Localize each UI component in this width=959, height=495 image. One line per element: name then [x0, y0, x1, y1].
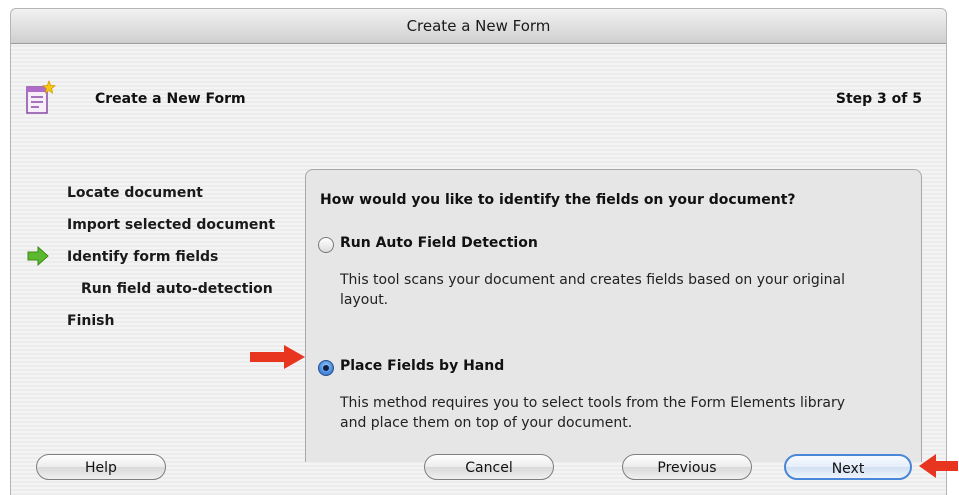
step-locate-document: Locate document: [67, 185, 203, 201]
place-by-hand-label[interactable]: Place Fields by Hand: [340, 358, 504, 374]
cancel-button[interactable]: Cancel: [424, 454, 554, 480]
step-finish: Finish: [67, 313, 115, 329]
auto-detect-label[interactable]: Run Auto Field Detection: [340, 235, 538, 251]
help-button[interactable]: Help: [36, 454, 166, 480]
step-run-auto-detection: Run field auto-detection: [81, 281, 273, 297]
auto-detect-radio[interactable]: [318, 237, 334, 253]
next-annotation-arrow-icon: [918, 453, 958, 483]
header-title: Create a New Form: [95, 91, 246, 107]
step-import-document: Import selected document: [67, 217, 276, 233]
place-by-hand-radio[interactable]: [318, 360, 334, 376]
dialog-window: Create a New Form Create a New Form Step…: [10, 8, 947, 495]
auto-detect-description: This tool scans your document and create…: [340, 272, 846, 308]
step-indicator: Step 3 of 5: [835, 91, 922, 107]
form-document-icon: [25, 79, 57, 117]
place-by-hand-description: This method requires you to select tools…: [340, 395, 845, 431]
button-bar: Help Cancel Previous Next: [0, 442, 959, 494]
annotation-arrow-icon: [250, 344, 306, 374]
panel-question: How would you like to identify the field…: [320, 192, 796, 208]
next-button[interactable]: Next: [784, 454, 912, 480]
step-identify-fields: Identify form fields: [67, 249, 219, 265]
current-step-arrow-icon: [27, 245, 49, 267]
window-title: Create a New Form: [11, 9, 946, 44]
wizard-steps: Locate document Import selected document…: [67, 177, 275, 337]
previous-button[interactable]: Previous: [622, 454, 752, 480]
options-panel: How would you like to identify the field…: [305, 169, 922, 462]
